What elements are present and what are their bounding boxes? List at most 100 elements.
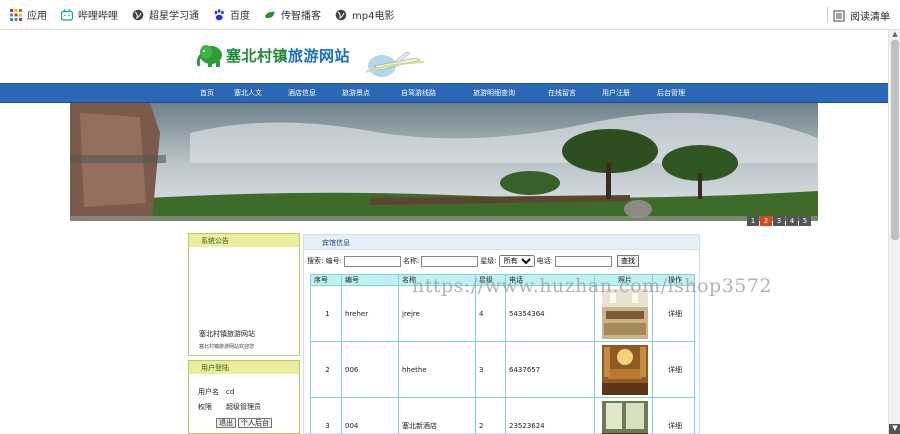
cell-no: 3 — [310, 397, 342, 434]
hotel-table: 序号 编号 名称 星级 电话 照片 操作 1 hreher jrejre 4 5… — [310, 274, 695, 434]
search-name-label: 名称: — [402, 257, 420, 265]
pager-item[interactable]: 5 — [799, 216, 811, 226]
level-select[interactable]: 所有 — [498, 255, 535, 267]
notice-title: 系统公告 — [189, 234, 299, 247]
col-header: 照片 — [594, 274, 653, 286]
scroll-up-icon[interactable]: ▲ — [889, 30, 900, 40]
role-label: 权限 — [198, 403, 212, 411]
bookmark-label: 哔哩哔哩 — [78, 11, 118, 22]
banner-pager: 1 2 3 4 5 — [746, 216, 811, 226]
detail-link[interactable]: 详细 — [652, 341, 695, 398]
reading-list-icon — [833, 10, 845, 21]
col-header: 电话 — [505, 274, 595, 286]
reading-list-button[interactable]: 阅读清单 — [833, 8, 890, 23]
search-button[interactable]: 查找 — [617, 255, 640, 267]
hotel-photo[interactable] — [602, 288, 648, 339]
cell-name: 塞北新酒店 — [398, 397, 476, 434]
cell-code: 006 — [341, 341, 399, 398]
cell-star: 4 — [475, 285, 506, 342]
airplane-logo-icon — [366, 51, 425, 77]
col-header: 编号 — [341, 274, 399, 286]
search-name-input[interactable] — [421, 255, 479, 267]
cell-no: 1 — [310, 285, 342, 342]
nav-self-drive[interactable]: 自驾游线路 — [401, 88, 436, 98]
bookmark-bilibili[interactable]: 哔哩哔哩 — [61, 7, 118, 22]
nav-admin[interactable]: 后台管理 — [657, 88, 685, 98]
nav-culture[interactable]: 塞北人文 — [234, 88, 262, 98]
role-value: 超级管理员 — [226, 403, 261, 411]
globe-icon — [132, 9, 144, 20]
nav-attractions[interactable]: 旅游景点 — [342, 88, 370, 98]
pager-item-active[interactable]: 2 — [760, 216, 772, 226]
col-header: 序号 — [310, 274, 342, 286]
search-id-input[interactable] — [343, 255, 401, 267]
web-page: 塞北村镇旅游网站 首页 塞北人文 酒店信息 旅游景点 自驾游线路 旅游明细查询 … — [0, 30, 888, 434]
cell-phone: 54354364 — [505, 285, 595, 342]
notice-line: 塞北村镇旅游网站欢迎您 — [199, 344, 255, 350]
cell-star: 3 — [475, 341, 506, 398]
nav-home[interactable]: 首页 — [200, 88, 214, 98]
nav-query[interactable]: 旅游明细查询 — [473, 88, 515, 98]
baidu-paw-icon — [214, 8, 224, 20]
cell-phone: 23523624 — [505, 397, 595, 434]
main-nav: 首页 塞北人文 酒店信息 旅游景点 自驾游线路 旅游明细查询 在线留言 用户注册… — [0, 83, 888, 103]
bookmarks-bar: 应用 哔哩哔哩 超星学习通 百度 传智播客 mp4电影 阅读清单 — [0, 0, 900, 30]
cell-code: 004 — [341, 397, 399, 434]
hotel-panel: 宾馆信息 搜索: 编号: 名称: 星级: 所有 电话: 查找 序号 编号 名称 … — [303, 234, 700, 434]
user-panel: 用户登陆 用户名 cd 权限 超级管理员 退出 个人后台 — [188, 360, 300, 434]
globe-icon — [335, 9, 347, 20]
bookmark-mp4[interactable]: mp4电影 — [335, 7, 394, 22]
cell-no: 2 — [310, 341, 342, 398]
search-form: 搜索: 编号: 名称: 星级: 所有 电话: 查找 — [307, 255, 640, 267]
nav-register[interactable]: 用户注册 — [602, 88, 630, 98]
pager-item[interactable]: 3 — [773, 216, 785, 226]
site-title: 塞北村镇旅游网站 — [226, 46, 351, 65]
notice-line: 塞北村镇旅游网站 — [199, 330, 255, 338]
bookmark-apps[interactable]: 应用 — [10, 7, 47, 22]
table-header: 序号 编号 名称 星级 电话 照片 操作 — [310, 274, 695, 286]
col-header: 名称 — [398, 274, 476, 286]
detail-link[interactable]: 详细 — [652, 397, 695, 434]
banner-image — [70, 103, 818, 221]
detail-link[interactable]: 详细 — [652, 285, 695, 342]
cell-code: hreher — [341, 285, 399, 342]
bookmark-label: 超星学习通 — [149, 11, 199, 22]
bookmark-itcast[interactable]: 传智播客 — [264, 7, 321, 22]
reading-list-label: 阅读清单 — [850, 12, 890, 23]
cell-star: 2 — [475, 397, 506, 434]
bookmark-chaoxing[interactable]: 超星学习通 — [132, 7, 199, 22]
bookmark-label: 百度 — [230, 11, 250, 22]
scrollbar[interactable]: ▲ ▼ — [888, 30, 900, 434]
hotel-photo[interactable] — [602, 400, 648, 434]
site-logo[interactable]: 塞北村镇旅游网站 — [196, 42, 350, 68]
table-row: 1 hreher jrejre 4 54354364 详细 — [310, 285, 695, 342]
bookmark-baidu[interactable]: 百度 — [213, 7, 250, 22]
bird-icon — [265, 10, 275, 18]
cell-photo — [594, 397, 653, 434]
cell-name: hhethe — [398, 341, 476, 398]
username-label: 用户名 — [198, 388, 219, 396]
scroll-down-icon[interactable]: ▼ — [889, 424, 900, 434]
bilibili-icon — [61, 8, 73, 21]
bookmark-label: 应用 — [27, 11, 47, 22]
profile-button[interactable]: 个人后台 — [238, 418, 272, 428]
nav-messages[interactable]: 在线留言 — [548, 88, 576, 98]
cell-name: jrejre — [398, 285, 476, 342]
bookmark-label: 传智播客 — [281, 11, 321, 22]
logout-button[interactable]: 退出 — [216, 418, 236, 428]
username-value: cd — [226, 388, 235, 396]
nav-hotel[interactable]: 酒店信息 — [288, 88, 316, 98]
cell-photo — [594, 285, 653, 342]
cell-photo — [594, 341, 653, 398]
pager-item[interactable]: 4 — [786, 216, 798, 226]
cell-phone: 6437657 — [505, 341, 595, 398]
search-phone-input[interactable] — [555, 255, 613, 267]
table-row: 2 006 hhethe 3 6437657 详细 — [310, 341, 695, 398]
scrollbar-thumb[interactable] — [891, 40, 899, 240]
role-row: 权限 超级管理员 — [198, 402, 261, 412]
search-id-label: 搜索: 编号: — [307, 257, 342, 265]
col-header: 操作 — [652, 274, 695, 286]
pager-item[interactable]: 1 — [747, 216, 759, 226]
hotel-photo[interactable] — [602, 344, 648, 395]
notice-panel: 系统公告 塞北村镇旅游网站 塞北村镇旅游网站欢迎您 — [188, 233, 300, 356]
